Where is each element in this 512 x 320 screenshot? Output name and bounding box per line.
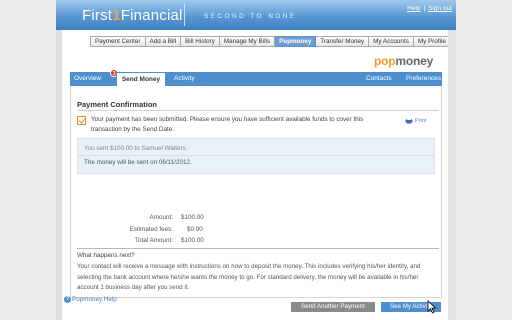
browser-frame-left [0,0,56,320]
tab-contacts[interactable]: Contacts [366,72,392,86]
logo-one: 1 [112,7,121,24]
section-divider [77,248,439,249]
sent-to-text: You sent $100.00 to Samuel Walters [84,145,186,152]
next-steps-text: Your contact will receive a message with… [77,263,421,291]
help-icon[interactable]: ? [64,296,71,303]
payment-summary-box: You sent $100.00 to Samuel Walters The m… [77,138,435,174]
browser-frame-right [456,0,512,320]
tab-activity[interactable]: Activity [174,72,195,86]
logo-first: First [82,7,113,24]
scrollbar[interactable] [448,30,456,320]
send-another-payment-button[interactable]: Send Another Payment [291,302,375,312]
next-steps-title: What happens next? [77,252,135,259]
top-links: Help | Sign out [407,5,452,12]
confirmation-message: Your payment has been submitted. Please … [91,116,364,133]
fees-label: Estimated fees: [129,226,173,233]
bank-logo[interactable]: First1Financial [82,7,183,24]
title-divider [77,110,439,111]
tagline: SECOND TO NONE [204,13,297,20]
sign-out-link[interactable]: Sign out [428,5,452,12]
mouse-cursor-icon [427,300,437,314]
nav-transfer-money[interactable]: Transfer Money [316,36,370,47]
logo-money: money [395,54,434,68]
page-title: Payment Confirmation [77,100,158,109]
print-icon[interactable] [405,117,413,124]
nav-manage-my-bills[interactable]: Manage My Bills [219,36,276,47]
nav-bill-history[interactable]: Bill History [181,36,220,47]
main-nav: Payment Center Add a Bill Bill History M… [90,36,451,47]
total-value: $100.00 [181,237,204,244]
logo-divider [184,4,185,26]
amount-label: Amount: [149,214,173,221]
logo-financial: Financial [120,7,183,24]
popmoney-help-link[interactable]: Popmoney Help [72,296,117,303]
send-date-text: The money will be sent on 06/11/2012. [84,159,192,166]
amount-value: $100.00 [181,214,204,221]
main-panel: Payment Center Add a Bill Bill History M… [62,30,451,320]
popmoney-tabbar: Overview 3 Send Money Activity Contacts … [70,69,442,86]
help-link[interactable]: Help [407,5,420,12]
nav-add-a-bill[interactable]: Add a Bill [145,36,182,47]
link-separator: | [423,5,426,12]
summary-divider [78,155,434,156]
fees-value: $0.00 [187,226,203,233]
nav-my-accounts[interactable]: My Accounts [369,36,414,47]
total-label: Total Amount: [134,237,173,244]
tab-preferences[interactable]: Preferences [406,72,441,86]
popmoney-logo: popmoney [374,54,433,68]
nav-my-profile[interactable]: My Profile [413,36,451,47]
site-header: First1Financial SECOND TO NONE Help | Sign… [56,0,456,30]
print-link[interactable]: Print [415,118,426,124]
checkmark-icon [77,116,86,125]
confirmation-content: Payment Confirmation Your payment has be… [70,86,442,312]
nav-popmoney[interactable]: Popmoney [275,36,317,47]
tab-send-money[interactable]: Send Money [116,72,166,86]
tab-overview[interactable]: Overview [74,72,101,86]
nav-payment-center[interactable]: Payment Center [90,36,146,47]
logo-pop: pop [374,54,396,68]
page-viewport: First1Financial SECOND TO NONE Help | Sign… [56,0,456,320]
